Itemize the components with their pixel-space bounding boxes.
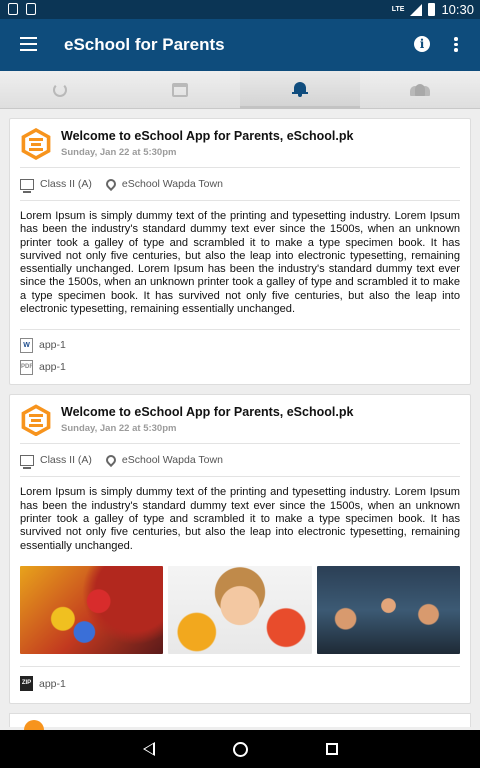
back-icon[interactable] [142, 742, 155, 756]
clock: 10:30 [441, 2, 474, 17]
class-info: Class II (A) [20, 454, 92, 469]
photo-classroom-raised-hands[interactable] [316, 565, 460, 654]
group-icon [410, 83, 430, 96]
more-options-icon[interactable] [452, 37, 460, 53]
menu-icon[interactable] [20, 37, 37, 51]
location-info: eSchool Wapda Town [103, 176, 223, 192]
tab-groups[interactable] [360, 71, 480, 108]
notification-card[interactable]: Welcome to eSchool App for Parents, eSch… [9, 118, 471, 386]
notification-feed: Welcome to eSchool App for Parents, eSch… [9, 118, 471, 730]
card-title: Welcome to eSchool App for Parents, eSch… [61, 129, 354, 143]
status-right: LTE 10:30 [392, 2, 474, 17]
calendar-icon [172, 82, 188, 97]
signal-icon [410, 3, 423, 16]
card-body: Lorem Ipsum is simply dummy text of the … [20, 486, 460, 552]
sync-icon [53, 82, 67, 97]
attachment-item[interactable]: PDF app-1 [20, 356, 460, 378]
system-nav-bar [0, 730, 480, 768]
location-label: eSchool Wapda Town [121, 178, 223, 190]
card-header: Welcome to eSchool App for Parents, eSch… [20, 395, 460, 445]
app-bar: eSchool for Parents i [0, 19, 480, 71]
card-meta: Class II (A) eSchool Wapda Town [20, 168, 460, 201]
eschool-logo-icon [20, 404, 52, 437]
card-date: Sunday, Jan 22 at 5:30pm [61, 147, 177, 158]
tab-notifications[interactable] [240, 71, 360, 109]
zip-file-icon: ZIP [20, 676, 33, 692]
photo-gallery [20, 565, 460, 654]
card-meta: Class II (A) eSchool Wapda Town [20, 444, 460, 478]
photo-child-painted-hands[interactable] [168, 565, 312, 654]
app-title: eSchool for Parents [64, 35, 225, 54]
card-date: Sunday, Jan 22 at 5:30pm [61, 423, 177, 435]
notification-card[interactable]: Welcome to eSchool App for Parents, eSch… [9, 394, 471, 704]
classroom-icon [20, 178, 34, 193]
location-label: eSchool Wapda Town [121, 454, 223, 467]
word-file-icon: W [20, 337, 33, 353]
class-info: Class II (A) [20, 178, 92, 193]
attachment-name: app-1 [39, 361, 66, 374]
eschool-logo-icon [20, 128, 52, 160]
notification-card-partial[interactable] [9, 712, 471, 730]
home-icon[interactable] [232, 741, 248, 757]
battery-icon [428, 3, 436, 16]
notification-icons [8, 3, 36, 15]
attachment-item[interactable]: W app-1 [20, 334, 460, 356]
location-pin-icon [103, 176, 118, 192]
card-title: Welcome to eSchool App for Parents, eSch… [61, 405, 354, 420]
bell-icon [292, 82, 308, 97]
location-info: eSchool Wapda Town [103, 453, 223, 468]
photo-crayons[interactable] [20, 565, 164, 654]
classroom-icon [20, 454, 34, 469]
info-icon[interactable]: i [414, 36, 430, 52]
attachment-name: app-1 [39, 677, 66, 690]
recent-apps-icon[interactable] [325, 743, 338, 755]
attachment-name: app-1 [39, 339, 66, 352]
location-pin-icon [103, 453, 118, 468]
class-label: Class II (A) [40, 454, 92, 467]
card-body: Lorem Ipsum is simply dummy text of the … [20, 210, 460, 316]
tab-calendar[interactable] [120, 71, 240, 108]
pdf-file-icon: PDF [20, 359, 33, 375]
network-type: LTE [391, 6, 405, 13]
status-bar: LTE 10:30 [0, 0, 480, 19]
card-header: Welcome to eSchool App for Parents, eSch… [20, 119, 460, 168]
class-label: Class II (A) [40, 178, 92, 190]
tab-bar [0, 71, 480, 109]
sd-card-icon [8, 3, 18, 15]
tab-sync[interactable] [0, 71, 120, 108]
android-icon [26, 3, 36, 15]
attachment-item[interactable]: ZIP app-1 [20, 673, 460, 695]
